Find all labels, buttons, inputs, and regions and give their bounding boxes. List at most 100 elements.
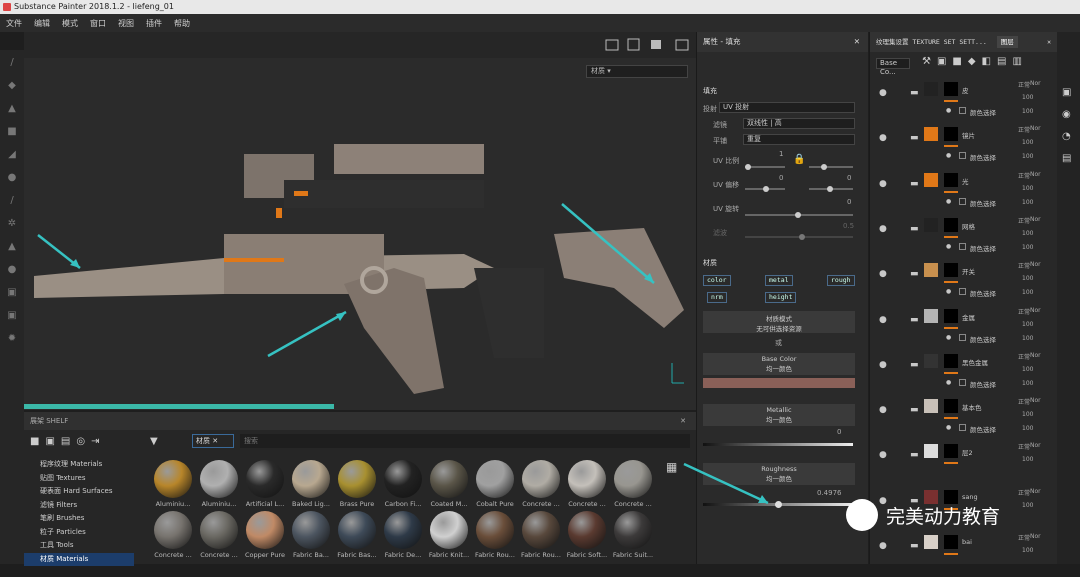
2d-view-icon[interactable] [605, 39, 619, 51]
material-item[interactable]: Cobalt Pure [472, 460, 518, 508]
eye-icon[interactable]: ● [879, 315, 887, 325]
layer-opacity[interactable]: 100 [1022, 275, 1033, 282]
grid-view-icon[interactable]: ▦ [666, 460, 677, 474]
material-item[interactable]: Fabric Rou... [518, 511, 564, 559]
sublayer-checkbox[interactable] [959, 152, 966, 160]
projection-dropdown[interactable]: UV 投射 [719, 102, 855, 113]
shelf-category-item[interactable]: 粒子 Particles [24, 526, 134, 540]
tab-texture-set[interactable]: 纹理集设置 TEXTURE SET SETT... [876, 38, 987, 46]
sphere-icon[interactable]: ● [6, 264, 18, 276]
layer-opacity[interactable]: 100 [1022, 230, 1033, 237]
sublayer-checkbox[interactable] [959, 242, 966, 250]
eye-icon[interactable]: ● [879, 405, 887, 415]
metallic-slider[interactable] [703, 443, 853, 446]
3d-view-icon[interactable] [627, 38, 640, 51]
close-icon[interactable]: ✕ [854, 32, 860, 52]
menu-item[interactable]: 帮助 [174, 18, 190, 29]
tab-layers[interactable]: 图层 [996, 36, 1018, 48]
material-item[interactable]: Concrete ... [150, 511, 196, 559]
material-item[interactable]: Aluminiu... [196, 460, 242, 508]
eye-icon[interactable]: ● [946, 152, 951, 159]
layer-opacity[interactable]: 100 [1022, 366, 1033, 373]
menu-item[interactable]: 视图 [118, 18, 134, 29]
roughness-block[interactable]: Roughness 均一颜色 [703, 463, 855, 485]
sublayer-checkbox[interactable] [959, 378, 966, 386]
shelf-tool-icons[interactable]: ■▣▤◎⇥ [30, 436, 105, 447]
layer-opacity[interactable]: 100 [1022, 321, 1033, 328]
layer-opacity[interactable]: 100 [1022, 153, 1033, 160]
channel-height-toggle[interactable]: height [765, 292, 797, 303]
viewport-material-dropdown[interactable]: 材质 ▾ [586, 65, 688, 78]
layer-opacity[interactable]: 100 [1022, 139, 1033, 146]
uv-offset-slider-2[interactable] [809, 186, 853, 192]
roughness-slider[interactable] [703, 501, 853, 508]
eye-icon[interactable]: ● [946, 243, 951, 250]
layer-opacity[interactable]: 100 [1022, 425, 1033, 432]
blend-mode[interactable]: 正常 [1018, 261, 1030, 270]
material-item[interactable]: Fabric Ba... [288, 511, 334, 559]
shelf-category-item[interactable]: 工具 Tools [24, 539, 134, 553]
uv-scale-slider-2[interactable] [809, 164, 853, 170]
roughness-knob[interactable] [774, 501, 782, 508]
layer-row[interactable]: ● ▬ 金属 正常 Nor 100 ● 颜色选择 100 [870, 307, 1058, 351]
eye-icon[interactable]: ● [879, 360, 887, 370]
material-item[interactable]: Concrete ... [610, 460, 656, 508]
layer-opacity[interactable]: 100 [1022, 185, 1033, 192]
menu-item[interactable]: 模式 [62, 18, 78, 29]
menu-item[interactable]: 窗口 [90, 18, 106, 29]
camera-icon[interactable] [651, 40, 661, 49]
material-item[interactable]: Aluminiu... [150, 460, 196, 508]
sublayer-checkbox[interactable] [959, 197, 966, 205]
blend-mode[interactable]: 正常 [1018, 397, 1030, 406]
shelf-category-item[interactable]: 笔刷 Brushes [24, 512, 134, 526]
shelf-search-input[interactable]: 搜索 [240, 434, 690, 448]
bake-icon[interactable]: ▲ [6, 241, 18, 253]
eye-icon[interactable]: ● [946, 379, 951, 386]
blur-slider[interactable] [745, 234, 853, 240]
channel-metal-toggle[interactable]: metal [765, 275, 793, 286]
filter-dropdown[interactable]: 双线性 | 高 [743, 118, 855, 129]
blend-mode[interactable]: 正常 [1018, 442, 1030, 451]
layer-row[interactable]: ● ▬ 网格 正常 Nor 100 ● 颜色选择 100 [870, 216, 1058, 260]
3d-viewport[interactable]: 材质 ▾ [24, 58, 696, 410]
channel-select[interactable]: Base Co... [876, 58, 910, 76]
layer-row[interactable]: ● ▬ 光 正常 Nor 100 ● 颜色选择 100 [870, 171, 1058, 215]
layer-opacity[interactable]: 100 [1022, 456, 1033, 463]
shelf-category-item[interactable]: 程序纹理 Materials [24, 458, 134, 472]
gear-icon[interactable]: ✹ [6, 333, 18, 345]
tiling-dropdown[interactable]: 重复 [743, 134, 855, 145]
material-item[interactable]: Fabric Knit... [426, 511, 472, 559]
menu-item[interactable]: 文件 [6, 18, 22, 29]
material-item[interactable]: Fabric Bas... [334, 511, 380, 559]
close-icon[interactable]: ✕ [680, 412, 686, 430]
sublayer-checkbox[interactable] [959, 288, 966, 296]
eraser-icon[interactable]: ◆ [6, 80, 18, 92]
filter-icon[interactable]: ▼ [150, 436, 158, 447]
layer-opacity[interactable]: 100 [1022, 411, 1033, 418]
layer-row[interactable]: ● ▬ 层2 正常 Nor 100 [870, 442, 1058, 486]
material-item[interactable]: Brass Pure [334, 460, 380, 508]
eye-icon[interactable]: ● [879, 88, 887, 98]
shelf-category-item[interactable]: 硬表面 Hard Surfaces [24, 485, 134, 499]
filter-tag[interactable]: 材质 ✕ [192, 434, 234, 448]
layer-opacity[interactable]: 100 [1022, 199, 1033, 206]
material-item[interactable]: Concrete ... [564, 460, 610, 508]
material-item[interactable]: Concrete ... [196, 511, 242, 559]
shelf-category-item[interactable]: 贴图 Textures [24, 472, 134, 486]
material-item[interactable]: Carbon Fi... [380, 460, 426, 508]
lock-icon[interactable]: 🔒 [793, 154, 805, 165]
smudge-icon[interactable]: ◢ [6, 149, 18, 161]
material-item[interactable]: Coated M... [426, 460, 472, 508]
channel-color-toggle[interactable]: color [703, 275, 731, 286]
layer-row[interactable]: ● ▬ 黑色金属 正常 Nor 100 ● 颜色选择 100 [870, 352, 1058, 396]
settings-icon[interactable]: ✲ [6, 218, 18, 230]
close-icon[interactable]: ✕ [1047, 32, 1051, 52]
material-item[interactable]: Artificial L... [242, 460, 288, 508]
blend-mode[interactable]: 正常 [1018, 488, 1030, 497]
eye-icon[interactable]: ● [879, 133, 887, 143]
eye-icon[interactable]: ● [879, 541, 887, 551]
sublayer-checkbox[interactable] [959, 424, 966, 432]
blend-mode[interactable]: 正常 [1018, 216, 1030, 225]
material-item[interactable]: Fabric Rou... [472, 511, 518, 559]
blend-mode[interactable]: 正常 [1018, 80, 1030, 89]
